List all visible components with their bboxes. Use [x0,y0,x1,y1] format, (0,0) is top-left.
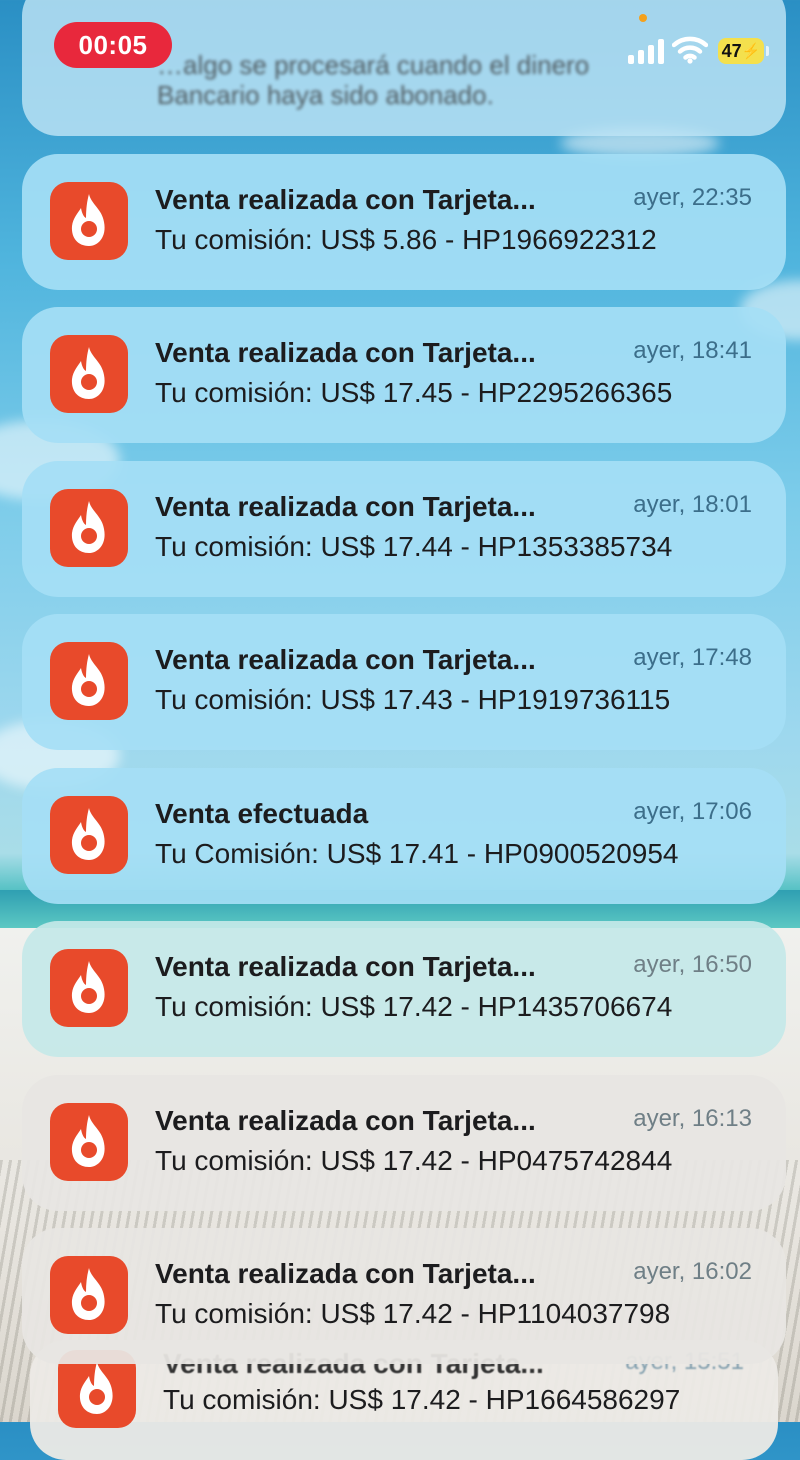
battery-indicator: 47 ⚡ [718,38,764,64]
notification-body: Tu Comisión: US$ 17.41 - HP0900520954 [155,838,679,869]
notification-body: Tu comisión: US$ 17.45 - HP2295266365 [155,377,673,408]
notification-body: Tu comisión: US$ 17.42 - HP1104037798 [155,1298,671,1329]
charging-bolt-icon: ⚡ [741,43,761,60]
notification-time: ayer, 16:13 [633,1105,752,1132]
notification-body: Tu comisión: US$ 17.44 - HP1353385734 [155,531,673,562]
notification-time: ayer, 16:02 [633,1258,752,1285]
status-bar: 00:05 47 ⚡ [0,0,800,90]
notification-title: Venta efectuada [155,798,369,829]
notification-card[interactable]: Venta realizada con Tarjeta... ayer, 18:0… [22,461,786,597]
notification-body: Tu comisión: US$ 17.42 - HP1435706674 [155,991,673,1022]
wifi-icon [672,36,708,64]
notification-time: ayer, 17:48 [633,644,752,671]
notification-card[interactable]: Venta realizada con Tarjeta... ayer, 22:3… [22,154,786,290]
notification-body: Tu comisión: US$ 17.42 - HP0475742844 [155,1145,673,1176]
hotmart-flame-icon [50,642,128,720]
hotmart-flame-icon [50,949,128,1027]
notification-title: Venta realizada con Tarjeta... [155,1258,536,1289]
cellular-signal-icon [628,38,666,64]
hotmart-flame-icon [50,182,128,260]
notification-body: Tu comisión: US$ 17.43 - HP1919736115 [155,684,671,715]
notification-time: ayer, 18:41 [633,337,752,364]
battery-level: 47 [721,40,742,61]
notification-time: ayer, 22:35 [633,184,752,211]
notification-card[interactable]: Venta efectuada ayer, 17:06 Tu Comisión: U… [22,768,786,904]
hotmart-flame-icon [50,796,128,874]
notification-card[interactable]: Venta realizada con Tarjeta... ayer, 17:4… [22,614,786,750]
battery-tip [766,46,769,56]
notification-body: Tu comisión: US$ 17.42 - HP1664586297 [163,1384,681,1415]
notification-title: Venta realizada con Tarjeta... [155,1105,536,1136]
notification-card[interactable]: Venta realizada con Tarjeta... ayer, 18:4… [22,307,786,443]
notification-time: ayer, 18:01 [633,491,752,518]
notification-title: Venta realizada con Tarjeta... [155,951,536,982]
notification-title: Venta realizada con Tarjeta... [155,184,536,215]
notification-time: ayer, 17:06 [633,798,752,825]
notification-time: ayer, 16:50 [633,951,752,978]
hotmart-flame-icon [50,489,128,567]
notification-title: Venta realizada con Tarjeta... [155,491,536,522]
hotmart-flame-icon [50,335,128,413]
hotmart-flame-icon [50,1103,128,1181]
notification-card[interactable]: Venta realizada con Tarjeta... ayer, 16:5… [22,921,786,1057]
hotmart-flame-icon [50,1256,128,1334]
privacy-indicator-dot [639,14,647,22]
notification-card[interactable]: Venta realizada con Tarjeta... ayer, 16:0… [22,1228,786,1364]
notification-card[interactable]: Venta realizada con Tarjeta... ayer, 16:1… [22,1075,786,1211]
clock-pill[interactable]: 00:05 [54,22,172,68]
notification-body: Tu comisión: US$ 5.86 - HP1966922312 [155,224,657,255]
notification-title: Venta realizada con Tarjeta... [155,644,536,675]
notification-title: Venta realizada con Tarjeta... [155,337,536,368]
